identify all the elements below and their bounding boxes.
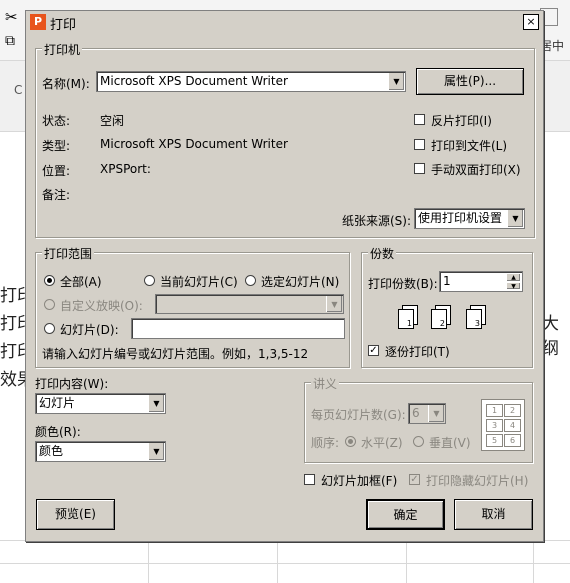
per-page-value: 6 (412, 406, 420, 420)
chevron-down-icon[interactable]: ▼ (388, 73, 404, 90)
color-value: 颜色 (39, 444, 64, 458)
cancel-button[interactable]: 取消 (454, 499, 533, 530)
order-horizontal-label: 水平(Z) (361, 436, 403, 450)
handout-cell: 4 (504, 419, 521, 432)
chevron-down-icon[interactable]: ▼ (148, 395, 164, 412)
copies-group: 份数 打印份数(B): 1 ▲ ▼ 1 2 3 ✓ 逐份打印(T) (361, 245, 533, 368)
location-value: XPSPort: (100, 162, 151, 176)
collate-checkbox[interactable]: ✓ (368, 345, 379, 356)
status-value: 空闲 (100, 114, 125, 128)
range-slides-label[interactable]: 幻灯片(D): (60, 321, 119, 338)
per-page-label: 每页幻灯片数(G): (311, 408, 406, 422)
copies-spinner[interactable]: ▲ ▼ (506, 273, 521, 290)
color-select[interactable]: 颜色 ▼ (35, 441, 166, 462)
paper-source-select[interactable]: 使用打印机设置 ▼ (414, 208, 525, 229)
reverse-print-checkbox[interactable] (414, 114, 425, 125)
preview-button[interactable]: 预览(E) (36, 499, 115, 530)
page-number: 2 (439, 319, 445, 328)
slides-input[interactable] (131, 318, 345, 339)
frame-slides-checkbox[interactable] (304, 474, 315, 485)
handout-cell: 1 (486, 404, 503, 417)
range-selected-label[interactable]: 选定幻灯片(N) (261, 273, 339, 290)
location-label: 位置: (42, 164, 71, 178)
handout-preview: 1 2 3 4 5 6 (481, 399, 525, 451)
color-label: 颜色(R): (35, 425, 81, 439)
print-hidden-label: 打印隐藏幻灯片(H) (426, 474, 529, 488)
per-page-select[interactable]: 6 ▼ (408, 403, 446, 424)
chevron-down-icon: ▼ (326, 296, 342, 312)
copies-group-title: 份数 (368, 245, 397, 262)
printer-name-label: 名称(M): (42, 77, 90, 91)
cut-icon[interactable]: ✂ (5, 8, 18, 26)
print-range-group-title: 打印范围 (42, 245, 95, 262)
comment-label: 备注: (42, 188, 71, 202)
dialog-titlebar[interactable]: P 打印 × (26, 11, 543, 33)
print-to-file-label[interactable]: 打印到文件(L) (431, 137, 507, 154)
close-button[interactable]: × (523, 14, 539, 30)
chevron-down-icon[interactable]: ▼ (507, 210, 523, 227)
spin-up-icon[interactable]: ▲ (506, 273, 521, 282)
range-slides-radio[interactable] (44, 323, 55, 334)
range-custom-show-label: 自定义放映(O): (60, 299, 143, 313)
print-content-select[interactable]: 幻灯片 ▼ (35, 393, 166, 414)
order-vertical-label: 垂直(V) (429, 436, 471, 450)
copies-count-label: 打印份数(B): (368, 277, 438, 291)
page-number: 1 (406, 319, 412, 328)
range-custom-show-radio[interactable] (44, 299, 55, 310)
reverse-print-label[interactable]: 反片打印(I) (431, 112, 492, 129)
range-all-label[interactable]: 全部(A) (60, 273, 102, 290)
range-hint: 请输入幻灯片编号或幻灯片范围。例如，1,3,5-12 (42, 347, 309, 361)
handout-cell: 6 (504, 434, 521, 447)
manual-duplex-label[interactable]: 手动双面打印(X) (431, 161, 521, 178)
range-current-radio[interactable] (144, 275, 155, 286)
properties-button[interactable]: 属性(P)... (416, 68, 524, 95)
printer-group-title: 打印机 (42, 41, 83, 58)
print-hidden-checkbox[interactable]: ✓ (409, 474, 420, 485)
handouts-group: 讲义 每页幻灯片数(G): 6 ▼ 顺序: 水平(Z) 垂直(V) 1 2 3 … (304, 375, 533, 463)
copies-count-value: 1 (443, 274, 451, 288)
print-content-label: 打印内容(W): (35, 377, 109, 391)
printer-group: 打印机 名称(M): Microsoft XPS Document Writer… (35, 41, 535, 238)
handouts-group-title: 讲义 (311, 375, 340, 392)
collate-label[interactable]: 逐份打印(T) (385, 343, 450, 360)
page-number: 3 (474, 319, 480, 328)
paper-source-value: 使用打印机设置 (418, 211, 503, 225)
print-content-value: 幻灯片 (39, 396, 76, 410)
collate-page-icon: 1 (398, 309, 414, 329)
order-vertical-radio[interactable] (413, 436, 424, 447)
handout-cell: 5 (486, 434, 503, 447)
copy-icon[interactable]: ⧉ (5, 33, 15, 49)
type-value: Microsoft XPS Document Writer (100, 137, 288, 151)
dialog-title: 打印 (50, 18, 77, 33)
range-all-radio[interactable] (44, 275, 55, 286)
frame-slides-label[interactable]: 幻灯片加框(F) (321, 472, 397, 489)
spin-down-icon[interactable]: ▼ (506, 281, 521, 290)
grid-line (0, 563, 570, 564)
handout-cell: 2 (504, 404, 521, 417)
print-to-file-checkbox[interactable] (414, 139, 425, 150)
copies-count-input[interactable]: 1 ▲ ▼ (439, 271, 523, 292)
printer-name-select[interactable]: Microsoft XPS Document Writer ▼ (96, 71, 406, 92)
ok-button[interactable]: 确定 (366, 499, 445, 530)
chevron-down-icon[interactable]: ▼ (148, 443, 164, 460)
print-range-group: 打印范围 全部(A) 当前幻灯片(C) 选定幻灯片(N) 自定义放映(O): ▼… (35, 245, 350, 368)
handout-cell: 3 (486, 419, 503, 432)
column-label: C (14, 83, 23, 97)
manual-duplex-checkbox[interactable] (414, 163, 425, 174)
cell-text: 大纲 (542, 314, 559, 359)
collate-page-icon: 3 (466, 309, 482, 329)
printer-name-value: Microsoft XPS Document Writer (100, 74, 288, 88)
range-current-label[interactable]: 当前幻灯片(C) (160, 273, 238, 290)
range-selected-radio[interactable] (245, 275, 256, 286)
type-label: 类型: (42, 139, 71, 153)
app-logo-icon: P (30, 14, 46, 30)
order-horizontal-radio[interactable] (345, 436, 356, 447)
collate-page-icon: 2 (431, 309, 447, 329)
paper-source-label: 纸张来源(S): (342, 214, 412, 228)
custom-show-select[interactable]: ▼ (155, 294, 344, 314)
print-dialog: P 打印 × 打印机 名称(M): Microsoft XPS Document… (25, 10, 544, 542)
status-label: 状态: (42, 114, 71, 128)
order-label: 顺序: (311, 436, 340, 450)
chevron-down-icon: ▼ (428, 405, 444, 422)
